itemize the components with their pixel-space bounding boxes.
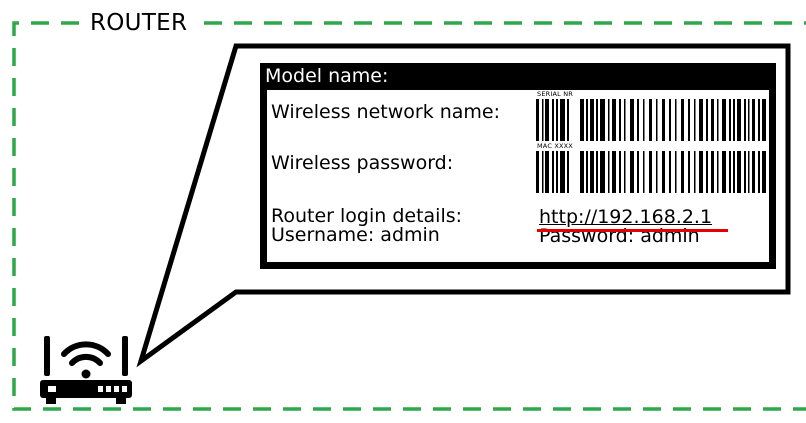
username-label: Username: admin — [271, 224, 440, 246]
mac-address-tag: MAC XXXX — [537, 142, 573, 150]
wireless-password-label: Wireless password: — [271, 152, 454, 174]
label-body: Wireless network name: Wireless password… — [267, 90, 771, 262]
router-login-url-link[interactable]: http://192.168.2.1 — [539, 205, 712, 229]
login-url-highlight — [537, 229, 728, 232]
router-wifi-icon — [40, 336, 132, 404]
router-label-sticker: Model name: Wireless network name: Wirel… — [260, 63, 776, 269]
wireless-network-name-label: Wireless network name: — [271, 101, 501, 123]
serial-number-tag: SERIAL NR — [537, 90, 573, 98]
serial-barcode — [536, 99, 771, 141]
model-name-header: Model name: — [265, 65, 389, 87]
mac-barcode — [536, 151, 771, 193]
